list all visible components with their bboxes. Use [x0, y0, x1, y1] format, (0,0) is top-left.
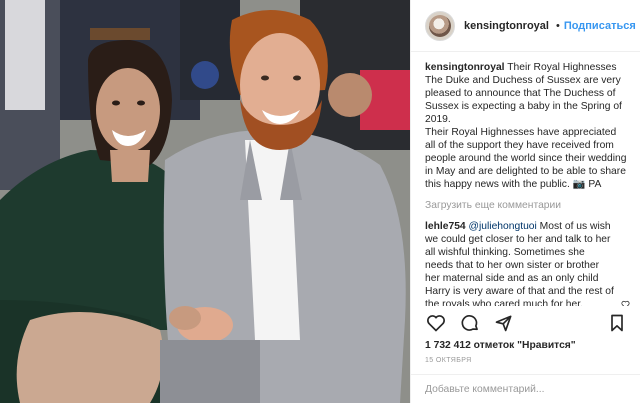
likes-count[interactable]: 1 732 412 отметок "Нравится"	[425, 340, 576, 351]
load-more-comments-button[interactable]: Загрузить еще комментарии	[425, 200, 628, 211]
comment-item: lehle754 @juliehongtuoi Most of us wish …	[425, 220, 630, 306]
comments-area[interactable]: kensingtonroyal Their Royal Highnesses T…	[411, 53, 640, 306]
comment-mention[interactable]: @juliehongtuoi	[469, 221, 537, 232]
comment-bubble-icon	[461, 315, 478, 331]
photo-illustration	[0, 0, 410, 403]
post-caption: kensingtonroyal Their Royal Highnesses T…	[425, 61, 628, 191]
post-header: kensingtonroyal • Подписаться	[411, 0, 640, 52]
header-separator: •	[555, 19, 560, 32]
instagram-post: kensingtonroyal • Подписаться kensington…	[0, 0, 640, 403]
caption-text-2: Their Royal Highnesses have appreciated …	[425, 127, 627, 190]
like-button[interactable]	[425, 312, 447, 334]
comment-button[interactable]	[459, 312, 481, 334]
action-bar	[425, 311, 628, 335]
save-button[interactable]	[606, 312, 628, 334]
header-username[interactable]: kensingtonroyal	[464, 20, 549, 32]
comment-text: Most of us wish we could get closer to h…	[425, 221, 614, 306]
comment-input[interactable]	[425, 383, 626, 395]
avatar[interactable]	[425, 10, 455, 41]
heart-icon	[427, 315, 445, 332]
post-date[interactable]: 15 ОКТЯБРЯ	[425, 357, 472, 364]
comment-username[interactable]: lehle754	[425, 221, 466, 232]
post-side-panel: kensingtonroyal • Подписаться kensington…	[410, 0, 640, 403]
bookmark-icon	[611, 314, 623, 332]
add-comment-bar	[411, 374, 640, 403]
heart-small-icon[interactable]	[621, 300, 630, 306]
share-icon	[495, 315, 512, 332]
caption-username[interactable]: kensingtonroyal	[425, 62, 505, 73]
follow-button[interactable]: Подписаться	[564, 20, 636, 32]
share-button[interactable]	[493, 312, 515, 334]
post-photo[interactable]	[0, 0, 410, 403]
